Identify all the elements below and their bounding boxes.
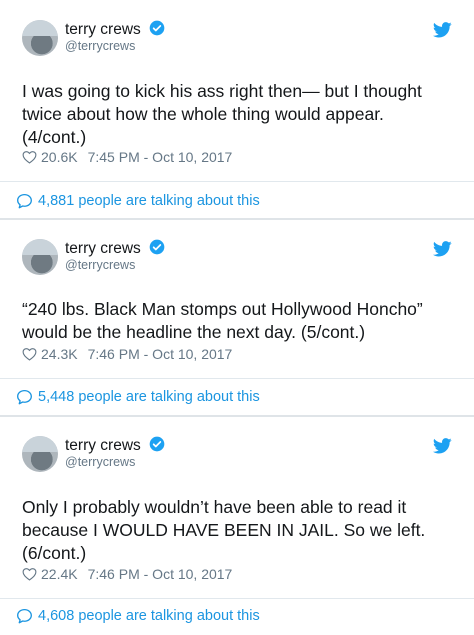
tweet-separator: [0, 218, 474, 220]
author-handle[interactable]: @terrycrews: [65, 455, 135, 469]
comment-bubble-icon: [17, 389, 32, 405]
tweet-meta: 24.3K 7:46 PM - Oct 10, 2017: [22, 346, 232, 362]
comment-bubble-icon: [17, 608, 32, 624]
twitter-bird-icon[interactable]: [433, 438, 452, 454]
author-name[interactable]: terry crews: [65, 436, 165, 455]
timestamp[interactable]: 7:46 PM - Oct 10, 2017: [88, 346, 233, 362]
heart-icon[interactable]: [22, 567, 37, 581]
timestamp[interactable]: 7:45 PM - Oct 10, 2017: [88, 149, 233, 165]
talking-count[interactable]: 4,608 people are talking about this: [38, 608, 260, 624]
tweet-text: “240 lbs. Black Man stomps out Hollywood…: [22, 299, 423, 342]
talking-count[interactable]: 5,448 people are talking about this: [38, 389, 260, 405]
tweet-card: terry crews @terrycrews Only I probably …: [0, 418, 474, 635]
talking-count[interactable]: 4,881 people are talking about this: [38, 193, 260, 209]
conversation-link[interactable]: 4,608 people are talking about this: [16, 608, 260, 624]
tweet-text: I was going to kick his ass right then— …: [22, 81, 422, 147]
author-handle[interactable]: @terrycrews: [65, 39, 135, 53]
avatar[interactable]: [22, 20, 58, 56]
twitter-bird-icon[interactable]: [433, 22, 452, 38]
verified-badge-icon: [149, 239, 165, 255]
verified-badge-icon: [149, 436, 165, 452]
tweet-meta: 22.4K 7:46 PM - Oct 10, 2017: [22, 566, 232, 582]
like-count[interactable]: 22.4K: [41, 566, 78, 582]
like-count[interactable]: 24.3K: [41, 346, 78, 362]
comment-bubble-icon: [17, 193, 32, 209]
author-name-label: terry crews: [65, 240, 141, 257]
author-name[interactable]: terry crews: [65, 239, 165, 258]
timestamp[interactable]: 7:46 PM - Oct 10, 2017: [88, 566, 233, 582]
tweet-card: terry crews @terrycrews “240 lbs. Black …: [0, 221, 474, 415]
author-name[interactable]: terry crews: [65, 20, 165, 39]
heart-icon[interactable]: [22, 347, 37, 361]
author-name-label: terry crews: [65, 21, 141, 38]
divider: [0, 598, 474, 599]
divider: [0, 181, 474, 182]
divider: [0, 378, 474, 379]
tweet-meta: 20.6K 7:45 PM - Oct 10, 2017: [22, 149, 232, 165]
avatar[interactable]: [22, 239, 58, 275]
tweet-text: Only I probably wouldn’t have been able …: [22, 497, 426, 563]
tweet-separator: [0, 415, 474, 417]
verified-badge-icon: [149, 20, 165, 36]
tweet-card: terry crews @terrycrews I was going to k…: [0, 0, 474, 218]
heart-icon[interactable]: [22, 150, 37, 164]
conversation-link[interactable]: 5,448 people are talking about this: [16, 389, 260, 405]
author-handle[interactable]: @terrycrews: [65, 258, 135, 272]
author-name-label: terry crews: [65, 437, 141, 454]
twitter-bird-icon[interactable]: [433, 241, 452, 257]
avatar[interactable]: [22, 436, 58, 472]
like-count[interactable]: 20.6K: [41, 149, 78, 165]
conversation-link[interactable]: 4,881 people are talking about this: [16, 193, 260, 209]
